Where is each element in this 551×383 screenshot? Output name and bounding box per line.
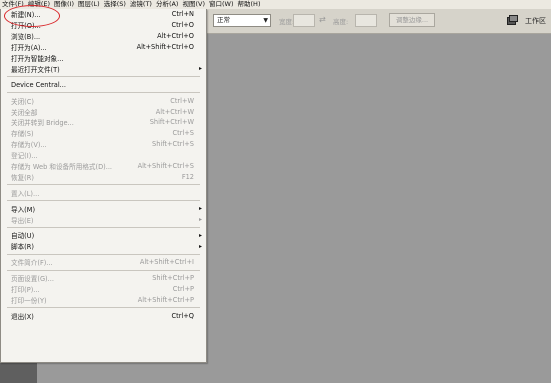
file-menu-item-label: 文件简介(F)...: [11, 259, 53, 268]
file-menu-item[interactable]: 存储为(V)... Shift+Ctrl+S: [1, 139, 206, 150]
submenu-arrow-icon: ▸: [198, 205, 202, 213]
shortcut-label: Ctrl+P: [172, 285, 194, 294]
file-menu-item[interactable]: 打印一份(Y) Alt+Shift+Ctrl+P: [1, 294, 206, 305]
submenu-arrow-icon: ▸: [198, 231, 202, 239]
file-menu-item-label: 存储为(V)...: [11, 141, 47, 150]
file-menu-item-label: 打开为智能对象...: [11, 55, 64, 63]
file-menu-item[interactable]: Device Central...: [1, 79, 206, 90]
file-menu-dropdown: 新建(N)... Ctrl+N 打开(O)... Ctrl+O 浏览(B)... Alt+…: [0, 9, 207, 363]
menu-analysis[interactable]: 分析(A): [154, 0, 181, 9]
file-menu-item[interactable]: 页面设置(G)... Shift+Ctrl+P: [1, 273, 206, 284]
canvas-area: [37, 363, 551, 383]
file-menu-item[interactable]: 脚本(R) ▸: [1, 241, 206, 252]
refine-edge-button[interactable]: 调整边缘...: [389, 13, 435, 27]
style-select[interactable]: 正常 ▼: [213, 14, 271, 27]
menu-filter[interactable]: 滤镜(T): [128, 0, 154, 9]
shortcut-label: Alt+Shift+Ctrl+I: [139, 258, 194, 267]
file-menu-item-label: 置入(L)...: [11, 189, 40, 198]
file-menu-item[interactable]: 打开为(A)... Alt+Shift+Ctrl+O: [1, 42, 206, 53]
file-menu-item[interactable]: 关闭全部 Alt+Ctrl+W: [1, 106, 206, 117]
file-menu-item[interactable]: 存储(S) Ctrl+S: [1, 128, 206, 139]
file-menu-item-label: 脚本(R): [11, 243, 34, 252]
shortcut-label: F12: [181, 172, 194, 181]
file-menu-item-label: 最近打开文件(T): [11, 65, 60, 74]
file-menu-item-label: 打印(P)...: [11, 286, 40, 295]
file-menu-item-label: 页面设置(G)...: [11, 275, 54, 284]
file-menu-item[interactable]: 浏览(B)... Alt+Ctrl+O: [1, 31, 206, 42]
file-menu-item[interactable]: 退出(X) Ctrl+Q: [1, 310, 206, 321]
file-menu-item-label: 自动(U): [11, 232, 35, 241]
file-menu-item-label: 关闭(C): [11, 97, 34, 106]
submenu-arrow-icon: ▸: [198, 242, 202, 250]
height-label: 高度:: [333, 18, 349, 26]
shortcut-label: Alt+Shift+Ctrl+O: [136, 43, 194, 52]
swap-icon[interactable]: ⇄: [319, 15, 326, 24]
file-menu-item-label: 退出(X): [11, 312, 34, 321]
file-menu-item[interactable]: 恢复(R) F12: [1, 171, 206, 182]
shortcut-label: Alt+Shift+Ctrl+P: [137, 295, 194, 304]
menu-layer[interactable]: 图层(L): [76, 0, 102, 9]
annotation-circle: [4, 5, 60, 27]
submenu-arrow-icon: ▸: [198, 65, 202, 73]
menu-window[interactable]: 窗口(W): [207, 0, 236, 9]
shortcut-label: Ctrl+Q: [171, 311, 194, 320]
shortcut-label: Alt+Shift+Ctrl+S: [137, 162, 194, 171]
file-menu-item-label: 浏览(B)...: [11, 33, 41, 42]
file-menu-item[interactable]: 存储为 Web 和设备所用格式(D)... Alt+Shift+Ctrl+S: [1, 161, 206, 172]
shortcut-label: Ctrl+O: [171, 21, 194, 30]
file-menu-item[interactable]: 置入(L)...: [1, 187, 206, 198]
file-menu-item[interactable]: 导出(E) ▸: [1, 214, 206, 225]
width-label: 宽度:: [279, 18, 295, 26]
file-menu-item[interactable]: 最近打开文件(T) ▸: [1, 63, 206, 74]
file-menu-item-label: 打印一份(Y): [11, 296, 47, 305]
shortcut-label: Shift+Ctrl+P: [152, 274, 194, 283]
options-bar: 正常 ▼ 宽度: ⇄ 高度: 调整边缘... 工作区: [207, 9, 551, 34]
shortcut-label: Ctrl+W: [170, 96, 194, 105]
workspace-icon[interactable]: [507, 15, 518, 25]
file-menu-item[interactable]: 登记(I)...: [1, 150, 206, 161]
file-menu-item-label: 关闭全部: [11, 108, 38, 117]
menu-select[interactable]: 选择(S): [102, 0, 128, 9]
submenu-arrow-icon: ▸: [198, 216, 202, 224]
toolbox-stub: [0, 363, 37, 383]
file-menu-item-label: 打开为(A)...: [11, 44, 47, 53]
workspace-label[interactable]: 工作区: [525, 16, 546, 26]
shortcut-label: Ctrl+S: [172, 129, 194, 138]
width-field[interactable]: [293, 14, 315, 27]
file-menu-item[interactable]: 导入(M) ▸: [1, 203, 206, 214]
chevron-down-icon: ▼: [263, 17, 268, 24]
file-menu-item-label: Device Central...: [11, 80, 66, 89]
file-menu-item-label: 登记(I)...: [11, 152, 38, 161]
file-menu-item[interactable]: 自动(U) ▸: [1, 230, 206, 241]
shortcut-label: Alt+Ctrl+W: [155, 107, 194, 116]
file-menu-item-label: 关闭并转到 Bridge...: [11, 119, 74, 128]
file-menu-item-label: 导出(E): [11, 216, 34, 225]
file-menu-item[interactable]: 文件简介(F)... Alt+Shift+Ctrl+I: [1, 257, 206, 268]
shortcut-label: Ctrl+N: [171, 10, 194, 19]
shortcut-label: Shift+Ctrl+S: [152, 140, 194, 149]
menu-image[interactable]: 图像(I): [52, 0, 76, 9]
file-menu-item[interactable]: 打开为智能对象...: [1, 53, 206, 64]
menu-help[interactable]: 帮助(H): [236, 0, 263, 9]
menu-view[interactable]: 视图(V): [180, 0, 207, 9]
style-select-value: 正常: [217, 16, 230, 24]
file-menu-item[interactable]: 关闭(C) Ctrl+W: [1, 95, 206, 106]
menu-bar: 文件(F) 编辑(E) 图像(I) 图层(L) 选择(S) 滤镜(T) 分析(A…: [0, 0, 551, 9]
file-menu-item-label: 恢复(R): [11, 173, 34, 182]
file-menu-item[interactable]: 打印(P)... Ctrl+P: [1, 284, 206, 295]
file-menu-item[interactable]: 关闭并转到 Bridge... Shift+Ctrl+W: [1, 117, 206, 128]
height-field[interactable]: [355, 14, 377, 27]
file-menu-item-label: 存储(S): [11, 130, 34, 139]
file-menu-item-label: 导入(M): [11, 205, 36, 214]
file-menu-item-label: 存储为 Web 和设备所用格式(D)...: [11, 163, 113, 172]
shortcut-label: Shift+Ctrl+W: [149, 118, 194, 127]
shortcut-label: Alt+Ctrl+O: [157, 32, 194, 41]
